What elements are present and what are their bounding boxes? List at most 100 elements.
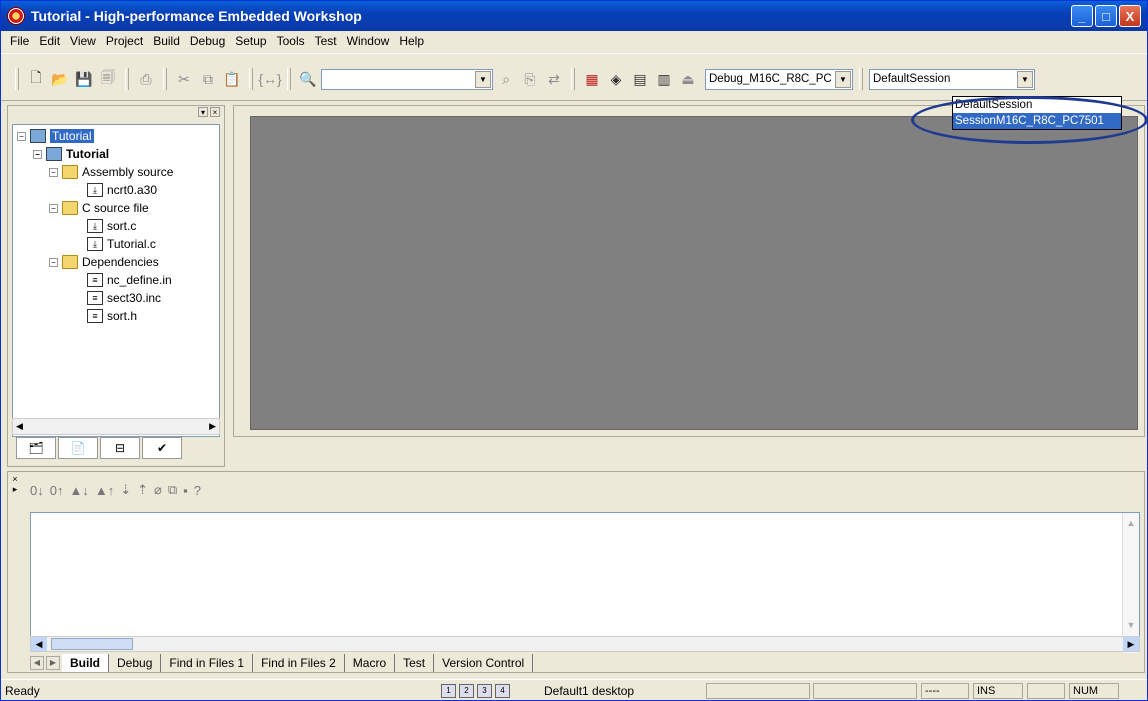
find-binoculars-icon[interactable]: 🔍	[297, 68, 319, 90]
tab-find-in-files-1[interactable]: Find in Files 1	[161, 654, 254, 672]
tab-build[interactable]: Build	[62, 654, 109, 672]
menu-project[interactable]: Project	[101, 34, 148, 48]
save-icon[interactable]: ▪	[183, 483, 188, 498]
menu-setup[interactable]: Setup	[230, 34, 271, 48]
scroll-left-icon[interactable]: ◀	[16, 421, 23, 432]
find-next-icon[interactable]: ⌕	[495, 68, 517, 90]
tab-templates[interactable]: 📄	[58, 437, 98, 459]
tab-navigation[interactable]: ⊟	[100, 437, 140, 459]
replace-icon[interactable]: ⇄	[543, 68, 565, 90]
tab-version-control[interactable]: Version Control	[434, 654, 534, 672]
collapse-icon[interactable]: −	[49, 167, 58, 177]
open-folder-icon[interactable]: 📂	[49, 68, 71, 90]
clear-icon[interactable]: ⌀	[154, 482, 162, 498]
menu-file[interactable]: File	[5, 34, 34, 48]
find-combo[interactable]: ▼	[321, 68, 493, 90]
chevron-down-icon[interactable]: ▼	[835, 70, 851, 88]
compile-icon[interactable]: ◈	[605, 68, 627, 90]
tab-projects[interactable]: 🗂	[16, 437, 56, 459]
sort-asc-icon[interactable]: ⇣	[120, 482, 131, 498]
toolbar-grip[interactable]	[571, 68, 575, 90]
desktop-2-icon[interactable]: 2	[459, 683, 474, 698]
build-icon[interactable]: ▤	[629, 68, 651, 90]
scroll-up-icon[interactable]: ▲	[1123, 515, 1139, 531]
scroll-down-icon[interactable]: ▼	[1123, 617, 1139, 633]
tab-scroll-left-icon[interactable]: ◀	[30, 656, 44, 670]
scroll-right-icon[interactable]: ▶	[1123, 637, 1139, 651]
pane-dock-icon[interactable]: ▾	[198, 107, 208, 117]
toolbar-grip[interactable]	[15, 68, 19, 90]
hew-app-icon[interactable]	[7, 7, 25, 25]
menu-test[interactable]: Test	[310, 34, 342, 48]
tree-folder-c-source[interactable]: − C source file	[49, 199, 149, 217]
tree-hscrollbar[interactable]: ◀ ▶	[12, 418, 220, 435]
menu-help[interactable]: Help	[394, 34, 429, 48]
stop-build-icon[interactable]: ⏏	[677, 68, 699, 90]
menu-edit[interactable]: Edit	[34, 34, 65, 48]
desktop-4-icon[interactable]: 4	[495, 683, 510, 698]
tree-folder-dependencies[interactable]: − Dependencies	[49, 253, 159, 271]
output-hscrollbar[interactable]: ◀ ▶	[30, 636, 1140, 652]
copy-icon[interactable]: ⧉	[168, 482, 177, 498]
build-config-combo[interactable]: Debug_M16C_R8C_PC ▼	[705, 68, 853, 90]
sort-desc-icon[interactable]: ⇡	[137, 482, 148, 498]
help-icon[interactable]: ?	[194, 483, 201, 498]
prev-error-icon[interactable]: 0↑	[50, 483, 64, 498]
maximize-button[interactable]: □	[1095, 5, 1117, 27]
toolbar-grip[interactable]	[287, 68, 291, 90]
paste-icon[interactable]: 📋	[221, 68, 243, 90]
minimize-button[interactable]: _	[1071, 5, 1093, 27]
tab-debug[interactable]: Debug	[109, 654, 162, 672]
next-warning-icon[interactable]: ▲↓	[69, 483, 88, 498]
scroll-thumb[interactable]	[51, 638, 133, 650]
cut-icon[interactable]: ✂	[173, 68, 195, 90]
tree-file[interactable]: ≡ sort.h	[87, 307, 137, 325]
next-error-icon[interactable]: 0↓	[30, 483, 44, 498]
tree-root[interactable]: − Tutorial	[17, 127, 94, 145]
tree-file[interactable]: ⤓ ncrt0.a30	[87, 181, 157, 199]
collapse-icon[interactable]: −	[17, 131, 26, 141]
tree-file[interactable]: ⤓ Tutorial.c	[87, 235, 156, 253]
find-in-files-icon[interactable]: ⎘	[519, 68, 541, 90]
menu-window[interactable]: Window	[342, 34, 395, 48]
collapse-icon[interactable]: −	[49, 257, 58, 267]
output-text-area[interactable]: ▲ ▼	[30, 512, 1140, 653]
tab-test[interactable]: Test	[395, 654, 435, 672]
tree-file[interactable]: ⤓ sort.c	[87, 217, 136, 235]
save-all-icon[interactable]: 🗐	[97, 68, 119, 90]
save-icon[interactable]: 💾	[73, 68, 95, 90]
tree-folder-assembly[interactable]: − Assembly source	[49, 163, 173, 181]
new-file-icon[interactable]: 🗋	[25, 68, 47, 90]
menu-debug[interactable]: Debug	[185, 34, 230, 48]
close-button[interactable]: X	[1119, 5, 1141, 27]
tree-file[interactable]: ≡ sect30.inc	[87, 289, 161, 307]
menu-view[interactable]: View	[65, 34, 101, 48]
output-vscrollbar[interactable]: ▲ ▼	[1122, 513, 1139, 653]
chevron-down-icon[interactable]: ▼	[475, 70, 491, 88]
build-file-icon[interactable]: ▦	[581, 68, 603, 90]
tab-find-in-files-2[interactable]: Find in Files 2	[253, 654, 345, 672]
menu-tools[interactable]: Tools	[272, 34, 310, 48]
tab-macro[interactable]: Macro	[345, 654, 396, 672]
desktop-1-icon[interactable]: 1	[441, 683, 456, 698]
output-close-icon[interactable]: × ▸	[10, 474, 20, 498]
collapse-icon[interactable]: −	[33, 149, 42, 159]
prev-warning-icon[interactable]: ▲↑	[95, 483, 114, 498]
scroll-right-icon[interactable]: ▶	[209, 421, 216, 432]
build-all-icon[interactable]: ▥	[653, 68, 675, 90]
copy-icon[interactable]: ⧉	[197, 68, 219, 90]
title-bar[interactable]: Tutorial - High-performance Embedded Wor…	[1, 1, 1147, 31]
print-icon[interactable]: ⎙	[135, 68, 157, 90]
toolbar-grip[interactable]	[859, 68, 863, 90]
menu-build[interactable]: Build	[148, 34, 185, 48]
pane-close-icon[interactable]: ×	[210, 107, 220, 117]
desktop-3-icon[interactable]: 3	[477, 683, 492, 698]
tab-test[interactable]: ✔	[142, 437, 182, 459]
collapse-icon[interactable]: −	[49, 203, 58, 213]
tab-scroll-right-icon[interactable]: ▶	[46, 656, 60, 670]
chevron-down-icon[interactable]: ▼	[1017, 70, 1033, 88]
session-combo[interactable]: DefaultSession ▼	[869, 68, 1035, 90]
scroll-left-icon[interactable]: ◀	[31, 637, 47, 651]
match-brace-icon[interactable]: {↔}	[258, 68, 281, 90]
editor-workspace[interactable]	[250, 116, 1138, 430]
